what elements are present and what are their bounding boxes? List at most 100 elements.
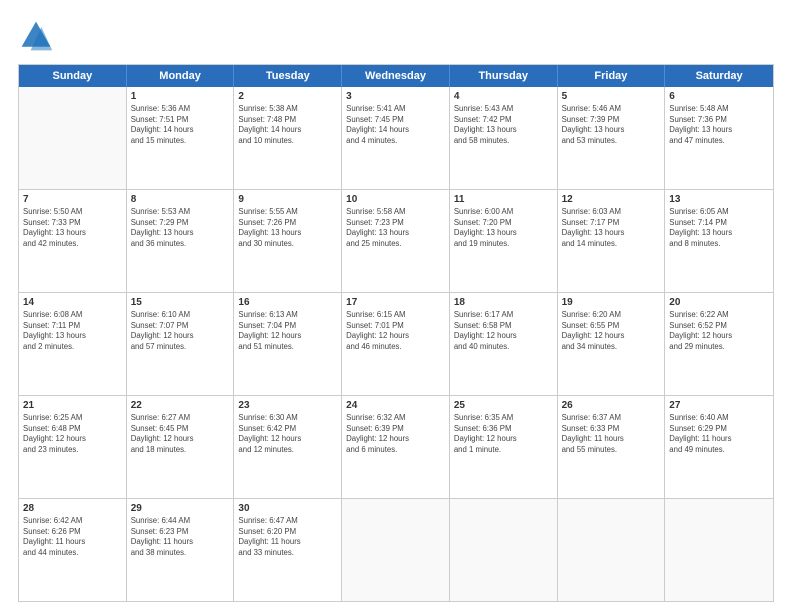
week-row-5: 28Sunrise: 6:42 AM Sunset: 6:26 PM Dayli… bbox=[19, 499, 773, 601]
day-cell-7: 7Sunrise: 5:50 AM Sunset: 7:33 PM Daylig… bbox=[19, 190, 127, 292]
day-info: Sunrise: 6:00 AM Sunset: 7:20 PM Dayligh… bbox=[454, 207, 553, 249]
day-cell-24: 24Sunrise: 6:32 AM Sunset: 6:39 PM Dayli… bbox=[342, 396, 450, 498]
page: SundayMondayTuesdayWednesdayThursdayFrid… bbox=[0, 0, 792, 612]
day-number: 29 bbox=[131, 502, 230, 515]
day-cell-8: 8Sunrise: 5:53 AM Sunset: 7:29 PM Daylig… bbox=[127, 190, 235, 292]
day-number: 11 bbox=[454, 193, 553, 206]
day-number: 8 bbox=[131, 193, 230, 206]
day-cell-26: 26Sunrise: 6:37 AM Sunset: 6:33 PM Dayli… bbox=[558, 396, 666, 498]
day-cell-14: 14Sunrise: 6:08 AM Sunset: 7:11 PM Dayli… bbox=[19, 293, 127, 395]
day-number: 30 bbox=[238, 502, 337, 515]
day-cell-19: 19Sunrise: 6:20 AM Sunset: 6:55 PM Dayli… bbox=[558, 293, 666, 395]
day-info: Sunrise: 5:50 AM Sunset: 7:33 PM Dayligh… bbox=[23, 207, 122, 249]
week-row-2: 7Sunrise: 5:50 AM Sunset: 7:33 PM Daylig… bbox=[19, 190, 773, 293]
calendar-body: 1Sunrise: 5:36 AM Sunset: 7:51 PM Daylig… bbox=[19, 87, 773, 601]
day-number: 20 bbox=[669, 296, 769, 309]
day-number: 13 bbox=[669, 193, 769, 206]
day-cell-6: 6Sunrise: 5:48 AM Sunset: 7:36 PM Daylig… bbox=[665, 87, 773, 189]
day-info: Sunrise: 6:35 AM Sunset: 6:36 PM Dayligh… bbox=[454, 413, 553, 455]
day-number: 1 bbox=[131, 90, 230, 103]
day-info: Sunrise: 6:44 AM Sunset: 6:23 PM Dayligh… bbox=[131, 516, 230, 558]
day-cell-3: 3Sunrise: 5:41 AM Sunset: 7:45 PM Daylig… bbox=[342, 87, 450, 189]
day-cell-10: 10Sunrise: 5:58 AM Sunset: 7:23 PM Dayli… bbox=[342, 190, 450, 292]
weekday-header-thursday: Thursday bbox=[450, 65, 558, 87]
day-cell-13: 13Sunrise: 6:05 AM Sunset: 7:14 PM Dayli… bbox=[665, 190, 773, 292]
weekday-header-tuesday: Tuesday bbox=[234, 65, 342, 87]
day-cell-17: 17Sunrise: 6:15 AM Sunset: 7:01 PM Dayli… bbox=[342, 293, 450, 395]
day-info: Sunrise: 5:36 AM Sunset: 7:51 PM Dayligh… bbox=[131, 104, 230, 146]
day-number: 5 bbox=[562, 90, 661, 103]
day-number: 17 bbox=[346, 296, 445, 309]
day-info: Sunrise: 6:47 AM Sunset: 6:20 PM Dayligh… bbox=[238, 516, 337, 558]
day-info: Sunrise: 5:53 AM Sunset: 7:29 PM Dayligh… bbox=[131, 207, 230, 249]
day-cell-4: 4Sunrise: 5:43 AM Sunset: 7:42 PM Daylig… bbox=[450, 87, 558, 189]
day-info: Sunrise: 5:46 AM Sunset: 7:39 PM Dayligh… bbox=[562, 104, 661, 146]
day-info: Sunrise: 5:43 AM Sunset: 7:42 PM Dayligh… bbox=[454, 104, 553, 146]
day-number: 12 bbox=[562, 193, 661, 206]
day-cell-30: 30Sunrise: 6:47 AM Sunset: 6:20 PM Dayli… bbox=[234, 499, 342, 601]
day-info: Sunrise: 5:48 AM Sunset: 7:36 PM Dayligh… bbox=[669, 104, 769, 146]
day-info: Sunrise: 6:03 AM Sunset: 7:17 PM Dayligh… bbox=[562, 207, 661, 249]
day-cell-27: 27Sunrise: 6:40 AM Sunset: 6:29 PM Dayli… bbox=[665, 396, 773, 498]
day-cell-16: 16Sunrise: 6:13 AM Sunset: 7:04 PM Dayli… bbox=[234, 293, 342, 395]
day-cell-9: 9Sunrise: 5:55 AM Sunset: 7:26 PM Daylig… bbox=[234, 190, 342, 292]
day-number: 25 bbox=[454, 399, 553, 412]
day-number: 7 bbox=[23, 193, 122, 206]
day-cell-20: 20Sunrise: 6:22 AM Sunset: 6:52 PM Dayli… bbox=[665, 293, 773, 395]
day-cell-21: 21Sunrise: 6:25 AM Sunset: 6:48 PM Dayli… bbox=[19, 396, 127, 498]
weekday-header-sunday: Sunday bbox=[19, 65, 127, 87]
day-number: 9 bbox=[238, 193, 337, 206]
day-number: 6 bbox=[669, 90, 769, 103]
day-number: 10 bbox=[346, 193, 445, 206]
day-info: Sunrise: 6:13 AM Sunset: 7:04 PM Dayligh… bbox=[238, 310, 337, 352]
calendar: SundayMondayTuesdayWednesdayThursdayFrid… bbox=[18, 64, 774, 602]
day-cell-18: 18Sunrise: 6:17 AM Sunset: 6:58 PM Dayli… bbox=[450, 293, 558, 395]
day-info: Sunrise: 6:40 AM Sunset: 6:29 PM Dayligh… bbox=[669, 413, 769, 455]
weekday-header-saturday: Saturday bbox=[665, 65, 773, 87]
day-number: 18 bbox=[454, 296, 553, 309]
week-row-1: 1Sunrise: 5:36 AM Sunset: 7:51 PM Daylig… bbox=[19, 87, 773, 190]
day-cell-25: 25Sunrise: 6:35 AM Sunset: 6:36 PM Dayli… bbox=[450, 396, 558, 498]
day-info: Sunrise: 6:42 AM Sunset: 6:26 PM Dayligh… bbox=[23, 516, 122, 558]
empty-cell bbox=[450, 499, 558, 601]
weekday-header-friday: Friday bbox=[558, 65, 666, 87]
week-row-4: 21Sunrise: 6:25 AM Sunset: 6:48 PM Dayli… bbox=[19, 396, 773, 499]
header bbox=[18, 18, 774, 54]
day-number: 21 bbox=[23, 399, 122, 412]
day-info: Sunrise: 6:10 AM Sunset: 7:07 PM Dayligh… bbox=[131, 310, 230, 352]
day-number: 28 bbox=[23, 502, 122, 515]
weekday-header-monday: Monday bbox=[127, 65, 235, 87]
day-cell-11: 11Sunrise: 6:00 AM Sunset: 7:20 PM Dayli… bbox=[450, 190, 558, 292]
day-number: 16 bbox=[238, 296, 337, 309]
week-row-3: 14Sunrise: 6:08 AM Sunset: 7:11 PM Dayli… bbox=[19, 293, 773, 396]
empty-cell bbox=[342, 499, 450, 601]
empty-cell bbox=[558, 499, 666, 601]
logo-icon bbox=[18, 18, 54, 54]
day-number: 2 bbox=[238, 90, 337, 103]
day-info: Sunrise: 6:08 AM Sunset: 7:11 PM Dayligh… bbox=[23, 310, 122, 352]
day-cell-28: 28Sunrise: 6:42 AM Sunset: 6:26 PM Dayli… bbox=[19, 499, 127, 601]
day-info: Sunrise: 6:17 AM Sunset: 6:58 PM Dayligh… bbox=[454, 310, 553, 352]
day-cell-29: 29Sunrise: 6:44 AM Sunset: 6:23 PM Dayli… bbox=[127, 499, 235, 601]
day-cell-12: 12Sunrise: 6:03 AM Sunset: 7:17 PM Dayli… bbox=[558, 190, 666, 292]
day-number: 14 bbox=[23, 296, 122, 309]
day-info: Sunrise: 6:05 AM Sunset: 7:14 PM Dayligh… bbox=[669, 207, 769, 249]
day-cell-5: 5Sunrise: 5:46 AM Sunset: 7:39 PM Daylig… bbox=[558, 87, 666, 189]
day-info: Sunrise: 6:27 AM Sunset: 6:45 PM Dayligh… bbox=[131, 413, 230, 455]
day-info: Sunrise: 5:41 AM Sunset: 7:45 PM Dayligh… bbox=[346, 104, 445, 146]
day-number: 4 bbox=[454, 90, 553, 103]
day-cell-23: 23Sunrise: 6:30 AM Sunset: 6:42 PM Dayli… bbox=[234, 396, 342, 498]
day-cell-15: 15Sunrise: 6:10 AM Sunset: 7:07 PM Dayli… bbox=[127, 293, 235, 395]
day-info: Sunrise: 6:20 AM Sunset: 6:55 PM Dayligh… bbox=[562, 310, 661, 352]
day-number: 3 bbox=[346, 90, 445, 103]
day-number: 24 bbox=[346, 399, 445, 412]
day-info: Sunrise: 6:22 AM Sunset: 6:52 PM Dayligh… bbox=[669, 310, 769, 352]
day-cell-1: 1Sunrise: 5:36 AM Sunset: 7:51 PM Daylig… bbox=[127, 87, 235, 189]
day-info: Sunrise: 6:15 AM Sunset: 7:01 PM Dayligh… bbox=[346, 310, 445, 352]
day-cell-2: 2Sunrise: 5:38 AM Sunset: 7:48 PM Daylig… bbox=[234, 87, 342, 189]
day-info: Sunrise: 6:30 AM Sunset: 6:42 PM Dayligh… bbox=[238, 413, 337, 455]
day-info: Sunrise: 6:25 AM Sunset: 6:48 PM Dayligh… bbox=[23, 413, 122, 455]
day-number: 26 bbox=[562, 399, 661, 412]
day-info: Sunrise: 5:38 AM Sunset: 7:48 PM Dayligh… bbox=[238, 104, 337, 146]
day-info: Sunrise: 5:55 AM Sunset: 7:26 PM Dayligh… bbox=[238, 207, 337, 249]
